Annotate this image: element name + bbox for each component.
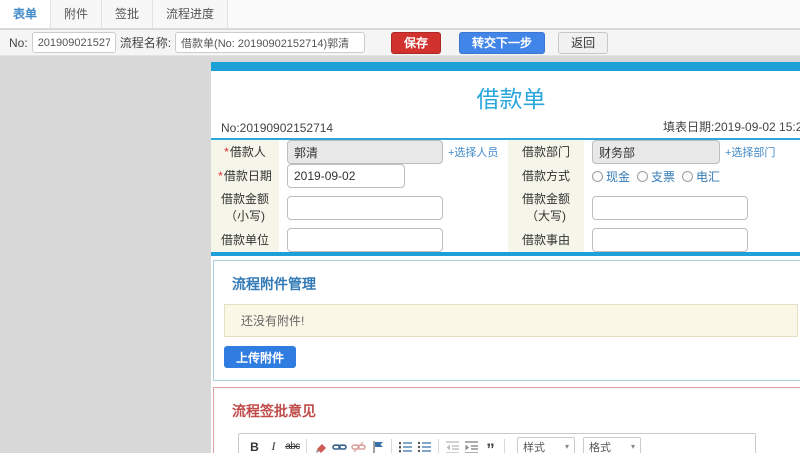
rich-text-editor: B I abc ” 样式 ▾ 格式 ▾ xyxy=(238,433,756,453)
tab-attachment[interactable]: 附件 xyxy=(51,0,103,28)
outdent-icon[interactable] xyxy=(444,438,461,453)
no-attachment-alert: 还没有附件! xyxy=(224,304,798,337)
amount-lower-input[interactable] xyxy=(287,196,443,220)
indent-icon[interactable] xyxy=(463,438,480,453)
style-select[interactable]: 样式 ▾ xyxy=(517,436,575,453)
process-name-input[interactable] xyxy=(175,32,366,53)
format-select-label: 格式 xyxy=(589,441,611,453)
method-option-cash-label: 现金 xyxy=(606,169,631,184)
method-option-wire-label: 电汇 xyxy=(696,169,721,184)
italic-icon[interactable]: I xyxy=(265,438,282,453)
method-option-cheque-label: 支票 xyxy=(651,169,676,184)
process-name-label: 流程名称: xyxy=(119,36,172,50)
tab-form[interactable]: 表单 xyxy=(0,0,52,28)
select-person-link[interactable]: +选择人员 xyxy=(448,144,498,160)
toolbar-divider xyxy=(504,439,505,453)
method-option-cash[interactable]: 现金 xyxy=(592,168,630,185)
tab-approval[interactable]: 签批 xyxy=(102,0,154,28)
attachment-panel: 流程附件管理 还没有附件! 上传附件 xyxy=(213,260,800,381)
department-field: +选择部门 xyxy=(584,140,800,164)
loan-date-input[interactable] xyxy=(287,164,405,188)
reason-input[interactable] xyxy=(592,228,748,252)
borrower-field: +选择人员 xyxy=(279,140,508,164)
tab-bar: 表单 附件 签批 流程进度 xyxy=(0,0,800,29)
anchor-flag-icon[interactable] xyxy=(369,438,386,453)
borrower-label: * 借款人 xyxy=(211,140,279,164)
toolbar-divider xyxy=(438,439,439,453)
reason-field xyxy=(584,228,800,252)
chevron-down-icon: ▾ xyxy=(564,442,569,451)
strikethrough-icon[interactable]: abc xyxy=(284,438,301,453)
format-select[interactable]: 格式 ▾ xyxy=(583,436,641,453)
required-mark: * xyxy=(218,168,223,183)
remove-format-icon[interactable] xyxy=(312,438,329,453)
radio-icon[interactable] xyxy=(592,170,603,182)
no-input[interactable] xyxy=(31,32,116,53)
back-button[interactable]: 返回 xyxy=(558,31,609,54)
ordered-list-icon[interactable] xyxy=(397,438,414,453)
amount-lower-field xyxy=(279,188,508,228)
radio-icon[interactable] xyxy=(637,170,649,182)
loan-form-screen: 表单 附件 签批 流程进度 No: 流程名称: 保存 转交下一步 返回 借款单 … xyxy=(0,0,800,453)
editor-toolbar: B I abc ” 样式 ▾ 格式 ▾ xyxy=(239,434,755,453)
amount-lower-label: 借款金额（小写) xyxy=(211,188,279,228)
next-step-button[interactable]: 转交下一步 xyxy=(459,31,546,54)
method-label: 借款方式 xyxy=(508,164,584,188)
chevron-down-icon: ▾ xyxy=(630,442,635,451)
bullet-list-icon[interactable] xyxy=(416,438,433,453)
select-department-link[interactable]: +选择部门 xyxy=(725,144,775,160)
command-bar: No: 流程名称: 保存 转交下一步 返回 xyxy=(0,30,800,56)
method-option-cheque[interactable]: 支票 xyxy=(637,168,675,185)
no-label: No: xyxy=(9,35,28,50)
link-icon[interactable] xyxy=(331,438,348,453)
reason-label: 借款事由 xyxy=(508,228,584,252)
save-button[interactable]: 保存 xyxy=(391,31,442,54)
radio-icon[interactable] xyxy=(682,170,694,182)
amount-upper-field xyxy=(584,188,800,228)
top-accent-bar xyxy=(211,62,800,71)
amount-upper-label: 借款金额（大写) xyxy=(508,188,584,228)
unit-input[interactable] xyxy=(287,228,443,252)
page-title: 借款单 xyxy=(476,86,546,112)
doc-meta-row: No:20190902152714 填表日期:2019-09-02 15:27:… xyxy=(211,119,800,140)
style-select-label: 样式 xyxy=(523,441,545,453)
bold-icon[interactable]: B xyxy=(246,438,263,453)
amount-upper-input[interactable] xyxy=(592,196,748,220)
method-field: 现金 支票 电汇 xyxy=(584,164,800,188)
loan-form: * 借款人 +选择人员 借款部门 +选择部门 * 借款日期 借款方式 xyxy=(211,140,800,256)
method-option-wire[interactable]: 电汇 xyxy=(682,168,720,185)
approval-panel: 流程签批意见 B I abc ” 样式 ▾ 格式 ▾ xyxy=(213,387,800,453)
unlink-icon[interactable] xyxy=(350,438,367,453)
loan-date-label-text: 借款日期 xyxy=(223,168,272,183)
unit-label: 借款单位 xyxy=(211,228,279,252)
approval-panel-title: 流程签批意见 xyxy=(232,403,316,419)
tab-progress[interactable]: 流程进度 xyxy=(153,0,229,28)
toolbar-divider xyxy=(306,439,307,453)
loan-date-field xyxy=(279,164,508,188)
department-label: 借款部门 xyxy=(508,140,584,164)
blockquote-icon[interactable]: ” xyxy=(482,438,499,453)
department-input[interactable] xyxy=(592,140,720,164)
borrower-label-text: 借款人 xyxy=(229,144,266,159)
loan-date-label: * 借款日期 xyxy=(211,164,279,188)
form-content-panel: 借款单 No:20190902152714 填表日期:2019-09-02 15… xyxy=(211,62,800,453)
borrower-input[interactable] xyxy=(287,140,443,164)
attachment-panel-title: 流程附件管理 xyxy=(232,276,316,292)
fill-date: 填表日期:2019-09-02 15:27:1 xyxy=(663,120,800,134)
unit-field xyxy=(279,228,508,252)
required-mark: * xyxy=(224,144,229,159)
toolbar-divider xyxy=(391,439,392,453)
doc-number: No:20190902152714 xyxy=(221,121,334,135)
upload-attachment-button[interactable]: 上传附件 xyxy=(224,346,297,368)
